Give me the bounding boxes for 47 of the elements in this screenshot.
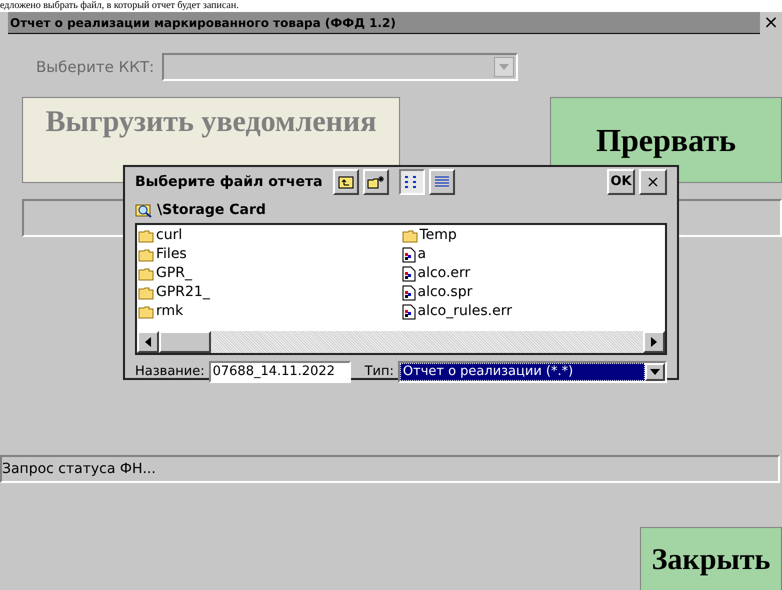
dialog-close-button[interactable]: × xyxy=(639,169,667,195)
close-dialog-button[interactable]: Закрыть xyxy=(640,527,782,590)
status-field: Запрос статуса ФН... xyxy=(0,455,780,483)
file-list-item[interactable]: GPR21_ xyxy=(138,283,402,302)
file-list-item[interactable]: alco.spr xyxy=(402,283,665,302)
scroll-thumb[interactable] xyxy=(159,331,211,353)
folder-icon xyxy=(138,304,154,318)
close-button[interactable]: × xyxy=(760,12,782,34)
file-icon xyxy=(402,246,416,262)
type-dropdown[interactable]: Отчет о реализации (*.*) xyxy=(398,361,667,383)
folder-icon xyxy=(138,248,154,262)
folder-search-icon xyxy=(135,202,153,218)
details-view-button[interactable] xyxy=(428,169,455,195)
folder-icon xyxy=(138,266,154,280)
details-view-icon xyxy=(434,175,450,189)
list-view-button[interactable] xyxy=(398,169,425,195)
scroll-right-icon xyxy=(651,337,657,347)
file-list-item[interactable]: Files xyxy=(138,245,402,264)
new-folder-icon xyxy=(366,175,385,189)
ok-button[interactable]: OK xyxy=(607,169,635,195)
file-list-item[interactable]: alco_rules.err xyxy=(402,302,665,321)
window-title: Отчет о реализации маркированного товара (ФФД 1.2) xyxy=(9,14,396,32)
folder-icon xyxy=(138,228,154,242)
file-list-item[interactable]: a xyxy=(402,245,665,264)
kkt-label: Выберите ККТ: xyxy=(36,56,154,78)
current-path: \Storage Card xyxy=(157,200,266,220)
name-label: Название: xyxy=(135,363,205,382)
up-folder-button[interactable] xyxy=(332,169,359,195)
folder-icon xyxy=(402,228,418,242)
new-folder-button[interactable] xyxy=(362,169,389,195)
type-label: Тип: xyxy=(364,363,394,382)
file-icon xyxy=(402,304,416,320)
scroll-left-icon xyxy=(145,337,151,347)
file-icon xyxy=(402,284,416,300)
file-icon xyxy=(402,266,416,282)
file-list-item[interactable]: curl xyxy=(138,226,402,245)
file-list-item[interactable]: rmk xyxy=(138,302,402,321)
folder-up-icon xyxy=(338,175,354,189)
file-list-item[interactable]: GPR_ xyxy=(138,264,402,283)
name-field[interactable]: 07688_14.11.2022 xyxy=(208,361,351,383)
file-list-item[interactable]: Temp xyxy=(402,226,665,245)
folder-icon xyxy=(138,286,154,300)
dropdown-arrow-icon xyxy=(650,369,660,375)
file-list-item[interactable]: alco.err xyxy=(402,264,665,283)
dropdown-arrow-icon xyxy=(499,64,510,70)
caption-text: едложено выбрать файл, в который отчет будет записан. xyxy=(0,0,239,12)
horizontal-scrollbar[interactable] xyxy=(137,331,665,353)
